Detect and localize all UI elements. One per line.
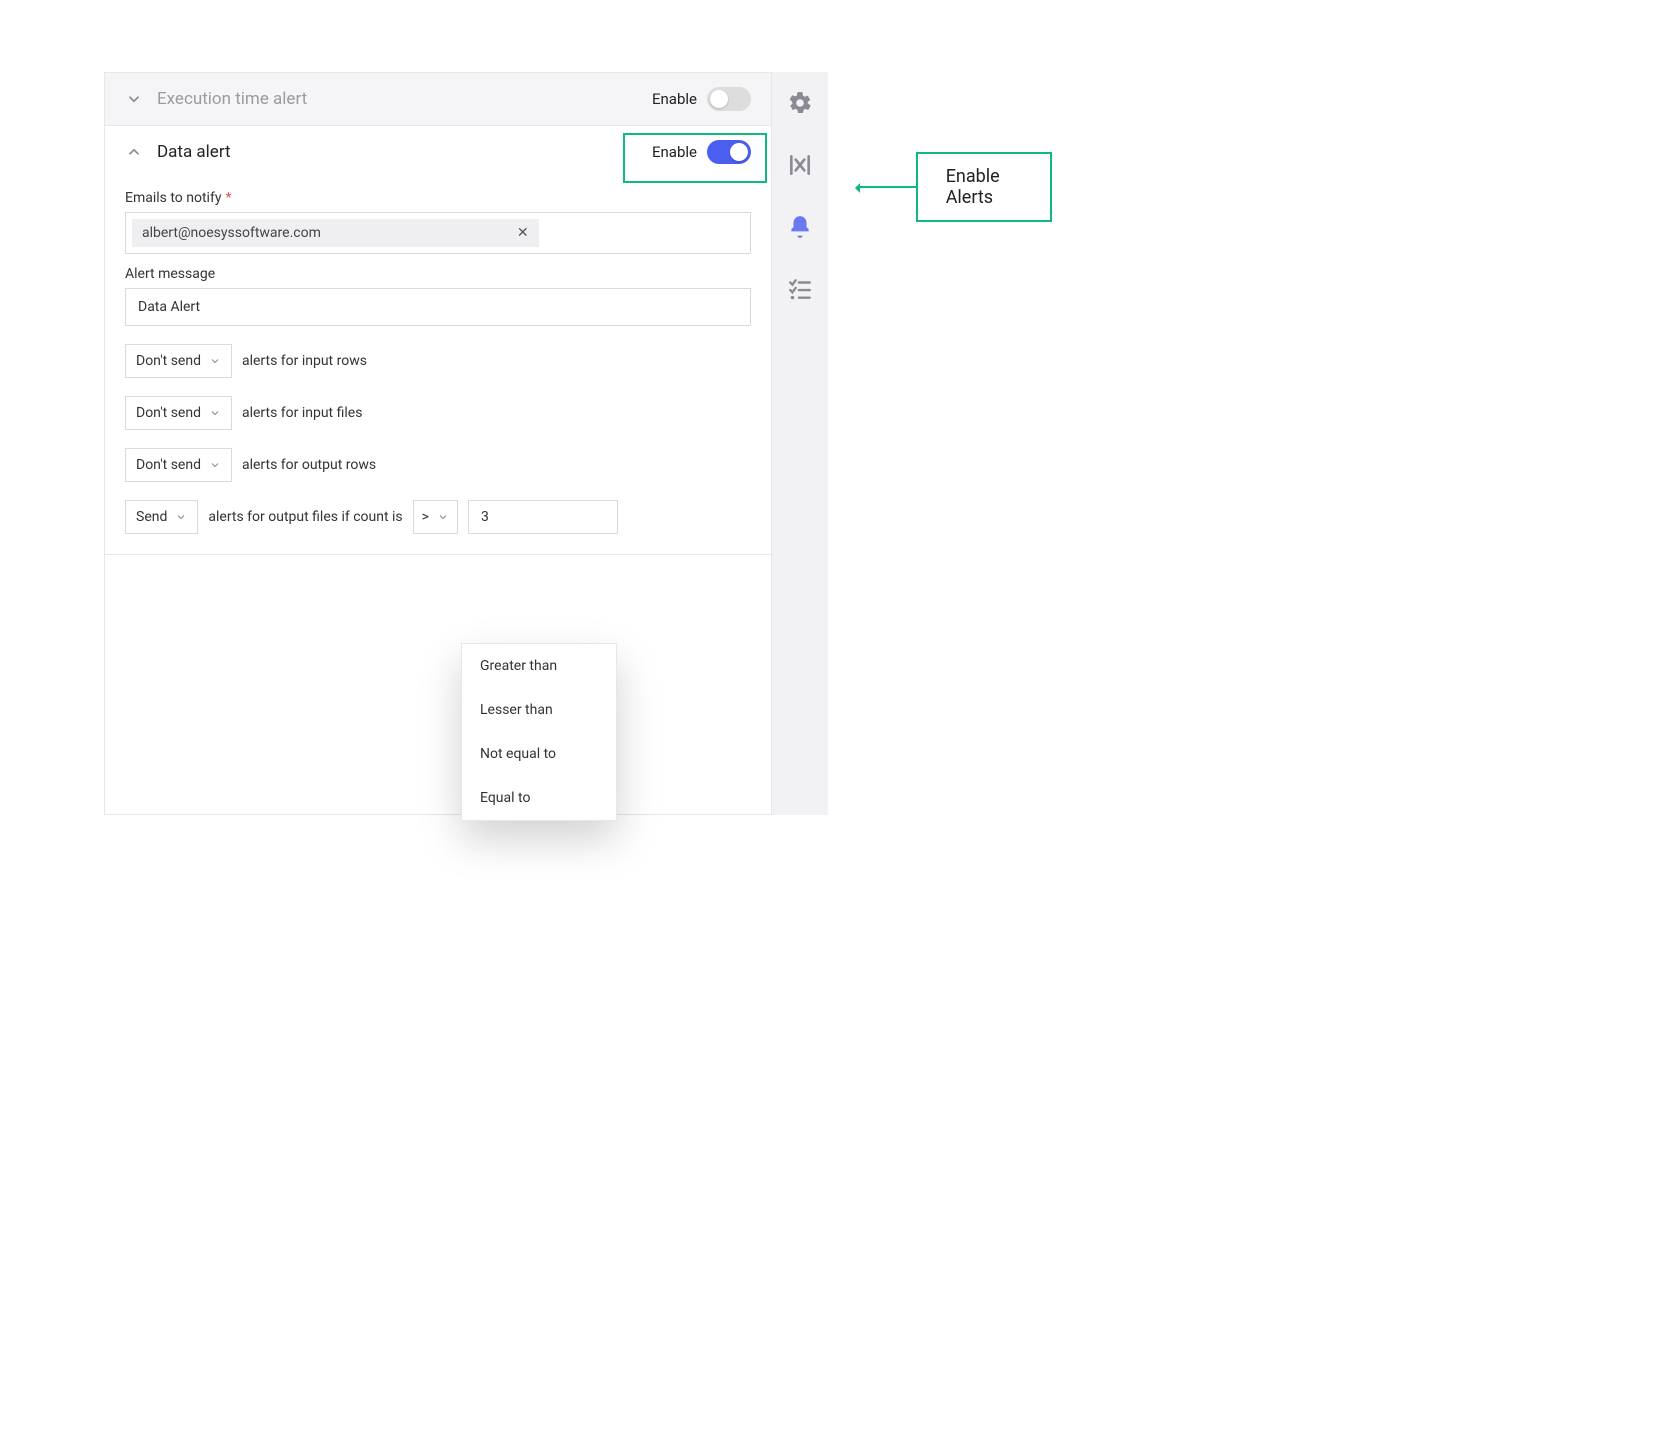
data-alert-header[interactable]: Data alert Enable — [105, 126, 771, 178]
chevron-down-icon — [209, 407, 221, 419]
data-alert-title: Data alert — [157, 142, 231, 162]
absolute-x-icon[interactable] — [787, 152, 813, 178]
data-alert-enable-label: Enable — [652, 143, 697, 161]
operator-dropdown: Greater than Lesser than Not equal to Eq… — [461, 643, 617, 821]
chevron-down-icon — [209, 355, 221, 367]
chevron-down-icon — [175, 511, 187, 523]
emails-input[interactable]: albert@noesyssoftware.com ✕ — [125, 212, 751, 254]
remove-chip-icon[interactable]: ✕ — [517, 225, 529, 241]
output-rows-action-select[interactable]: Don't send — [125, 448, 232, 482]
chevron-up-icon — [125, 143, 143, 161]
execution-time-enable-toggle[interactable] — [707, 87, 751, 111]
operator-option[interactable]: Greater than — [462, 644, 616, 688]
right-icon-rail — [772, 72, 828, 815]
output-files-suffix: alerts for output files if count is — [208, 509, 402, 525]
panel-empty-area — [105, 554, 771, 814]
alert-message-label: Alert message — [125, 266, 215, 282]
output-files-operator-select[interactable]: > — [413, 500, 458, 534]
emails-label: Emails to notify — [125, 190, 221, 206]
input-files-action-select[interactable]: Don't send — [125, 396, 232, 430]
chevron-down-icon — [209, 459, 221, 471]
operator-option[interactable]: Equal to — [462, 776, 616, 820]
input-files-action-value: Don't send — [136, 405, 201, 421]
input-rows-action-select[interactable]: Don't send — [125, 344, 232, 378]
output-files-action-select[interactable]: Send — [125, 500, 198, 534]
execution-time-enable-label: Enable — [652, 90, 697, 108]
input-rows-action-value: Don't send — [136, 353, 201, 369]
gear-icon[interactable] — [787, 90, 813, 116]
data-alert-enable-toggle[interactable] — [707, 140, 751, 164]
output-rows-suffix: alerts for output rows — [242, 457, 376, 473]
input-rows-suffix: alerts for input rows — [242, 353, 367, 369]
input-files-suffix: alerts for input files — [242, 405, 362, 421]
alerts-panel: Execution time alert Enable Data alert E… — [104, 72, 772, 815]
execution-time-alert-header[interactable]: Execution time alert Enable — [105, 73, 771, 126]
bell-icon[interactable] — [787, 214, 813, 240]
alert-message-input[interactable]: Data Alert — [125, 288, 751, 326]
operator-option[interactable]: Lesser than — [462, 688, 616, 732]
output-files-operator-value: > — [422, 509, 429, 525]
required-mark: * — [225, 190, 231, 206]
annotation-callout: Enable Alerts — [858, 152, 1052, 222]
execution-time-alert-title: Execution time alert — [157, 89, 307, 109]
annotation-box: Enable Alerts — [916, 152, 1052, 222]
email-chip-text: albert@noesyssoftware.com — [142, 225, 321, 241]
chevron-down-icon — [125, 90, 143, 108]
chevron-down-icon — [437, 511, 449, 523]
output-rows-action-value: Don't send — [136, 457, 201, 473]
output-files-count-input[interactable]: 3 — [468, 500, 618, 534]
annotation-arrow — [858, 186, 916, 188]
checklist-icon[interactable] — [787, 276, 813, 302]
email-chip: albert@noesyssoftware.com ✕ — [132, 219, 539, 247]
output-files-action-value: Send — [136, 509, 167, 525]
operator-option[interactable]: Not equal to — [462, 732, 616, 776]
